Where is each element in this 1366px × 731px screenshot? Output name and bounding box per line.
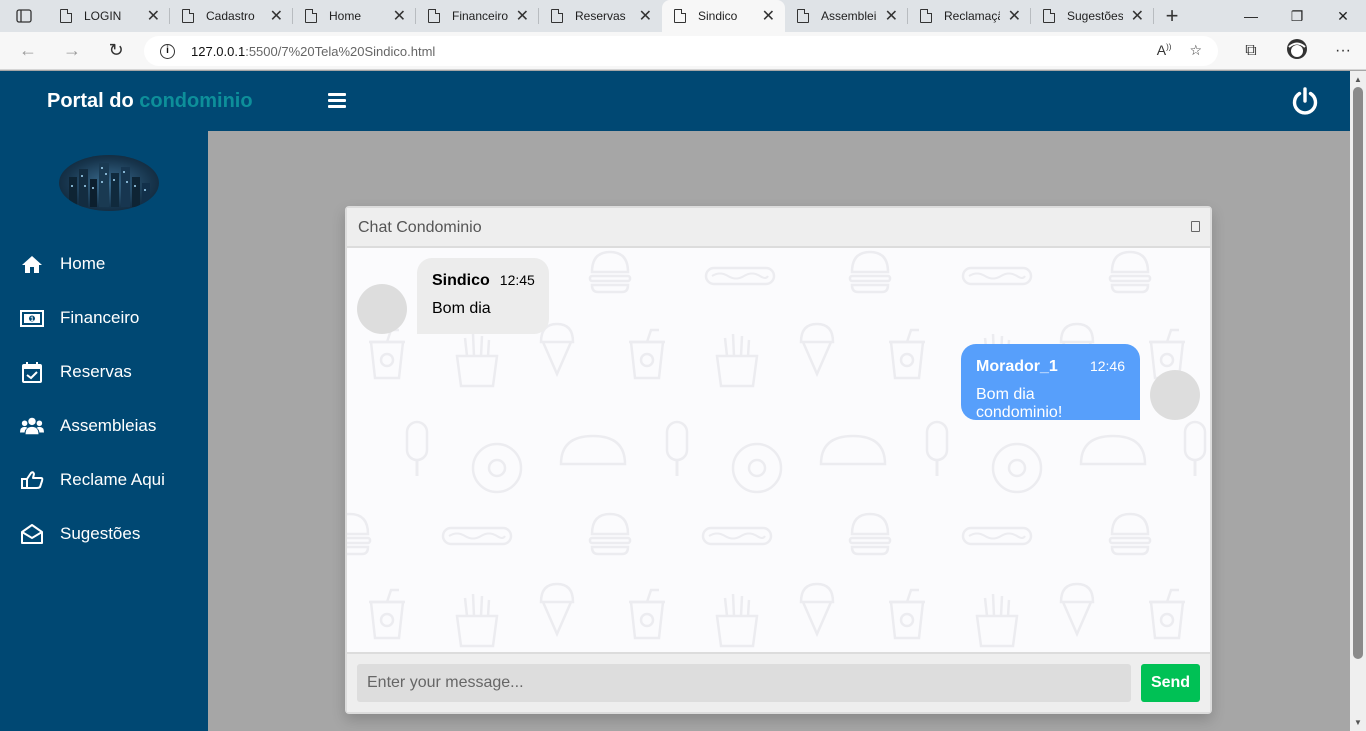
browser-address-bar: ← → ↻ i 127.0.0.1:5500/7%20Tela%20Sindic…	[0, 32, 1366, 70]
page-icon	[797, 9, 809, 23]
page-icon	[1043, 9, 1055, 23]
collections-icon[interactable]: ⧉	[1228, 42, 1274, 60]
brand-main: Portal do	[47, 90, 134, 112]
message-text: Bom dia condominio!	[976, 386, 1063, 421]
tab-actions-icon	[16, 9, 32, 23]
page-icon	[674, 9, 686, 23]
sidebar-item-label: Assembleias	[60, 416, 157, 435]
more-options-icon[interactable]: ···	[1320, 42, 1366, 60]
calendar-check-icon	[20, 361, 44, 383]
refresh-icon[interactable]: ↻	[94, 40, 138, 61]
power-logout-icon[interactable]	[1290, 86, 1320, 116]
sidebar-item-label: Financeiro	[60, 308, 140, 327]
message-bubble-incoming: Sindico 12:45 Bom dia	[417, 258, 549, 334]
users-icon	[20, 415, 44, 437]
sidebar-item-financeiro[interactable]: 1 Financeiro	[0, 298, 208, 338]
thumbs-hand-icon	[20, 469, 44, 491]
brand-title: Portal do condominio	[47, 90, 253, 113]
close-tab-icon[interactable]: ✕	[516, 6, 529, 26]
favorite-star-icon[interactable]: ☆	[1189, 42, 1202, 59]
close-tab-icon[interactable]: ✕	[1008, 6, 1021, 26]
menu-hamburger-icon[interactable]	[328, 93, 346, 109]
page-icon	[428, 9, 440, 23]
envelope-open-icon	[20, 523, 44, 545]
close-window-icon[interactable]: ✕	[1320, 0, 1366, 32]
sidebar-item-sugestoes[interactable]: Sugestões	[0, 514, 208, 554]
message-time: 12:46	[1089, 358, 1125, 374]
money-icon: 1	[20, 307, 44, 329]
scrollbar-thumb[interactable]	[1353, 87, 1363, 659]
sidebar-item-assembleias[interactable]: Assembleias	[0, 406, 208, 446]
scroll-down-icon[interactable]: ▼	[1354, 718, 1362, 727]
minimize-icon[interactable]: —	[1228, 0, 1274, 32]
info-icon[interactable]: i	[160, 43, 175, 59]
scroll-up-icon[interactable]: ▲	[1354, 75, 1362, 84]
close-tab-icon[interactable]: ✕	[147, 6, 160, 26]
message-sender-name: Sindico	[432, 272, 490, 289]
sender-avatar	[357, 284, 407, 334]
page-icon	[551, 9, 563, 23]
home-icon	[20, 253, 44, 275]
maximize-icon[interactable]	[1191, 221, 1200, 232]
sidebar-item-reclame-aqui[interactable]: Reclame Aqui	[0, 460, 208, 500]
close-tab-icon[interactable]: ✕	[639, 6, 652, 26]
browser-tab-bar: LOGIN ✕ Cadastro ✕ Home ✕ Financeiro ✕ Reser…	[0, 0, 1366, 32]
sidebar-item-label: Home	[60, 254, 106, 273]
browser-tab-active[interactable]: Sindico ✕	[662, 0, 785, 32]
message-input[interactable]	[357, 664, 1131, 702]
tab-actions-button[interactable]	[0, 0, 48, 32]
send-button[interactable]: Send	[1141, 664, 1200, 702]
sidebar-item-home[interactable]: Home	[0, 244, 208, 284]
chat-window: Chat Condominio Sindico 12:45 Bom dia Mo…	[345, 206, 1212, 714]
message-sender-name: Morador_1	[976, 358, 1058, 375]
browser-tab[interactable]: Reservas ✕	[539, 0, 662, 32]
url-path: :5500/7%20Tela%20Sindico.html	[245, 43, 436, 59]
sidebar-item-label: Reservas	[60, 362, 132, 381]
message-text: Bom dia	[432, 300, 491, 317]
chat-messages-area[interactable]: Sindico 12:45 Bom dia Morador_1 12:46 Bo…	[347, 248, 1210, 652]
browser-tab[interactable]: LOGIN ✕	[48, 0, 170, 32]
forward-arrow-icon[interactable]: →	[50, 40, 94, 61]
profile-icon[interactable]	[1274, 38, 1320, 65]
brand-accent: condominio	[139, 90, 253, 112]
url-field[interactable]: i 127.0.0.1:5500/7%20Tela%20Sindico.html…	[144, 36, 1218, 66]
message-time: 12:45	[499, 272, 535, 288]
close-tab-icon[interactable]: ✕	[393, 6, 406, 26]
browser-tab[interactable]: Home ✕	[293, 0, 416, 32]
sidebar-item-reservas[interactable]: Reservas	[0, 352, 208, 392]
close-tab-icon[interactable]: ✕	[762, 6, 775, 26]
chat-input-bar: Send	[347, 652, 1210, 712]
close-tab-icon[interactable]: ✕	[270, 6, 283, 26]
new-tab-button[interactable]: +	[1154, 3, 1190, 29]
page-icon	[920, 9, 932, 23]
chat-header: Chat Condominio	[347, 208, 1210, 248]
page-icon	[182, 9, 194, 23]
read-aloud-icon[interactable]: A))	[1157, 42, 1172, 59]
browser-tab[interactable]: Reclamaçã ✕	[908, 0, 1031, 32]
page-scrollbar[interactable]: ▲ ▼	[1350, 71, 1366, 731]
building-profile-image	[59, 155, 159, 211]
page-icon	[60, 9, 72, 23]
close-tab-icon[interactable]: ✕	[1131, 6, 1144, 26]
browser-tab[interactable]: Sugestões ✕	[1031, 0, 1154, 32]
sidebar-item-label: Sugestões	[60, 524, 141, 543]
url-host: 127.0.0.1	[191, 43, 246, 59]
browser-tab[interactable]: Assemblei ✕	[785, 0, 908, 32]
close-tab-icon[interactable]: ✕	[885, 6, 898, 26]
message-bubble-outgoing: Morador_1 12:46 Bom dia condominio!	[961, 344, 1140, 421]
browser-tab[interactable]: Financeiro ✕	[416, 0, 539, 32]
page-icon	[305, 9, 317, 23]
back-arrow-icon[interactable]: ←	[6, 40, 50, 61]
sender-avatar	[1150, 370, 1200, 420]
chat-title: Chat Condominio	[358, 219, 482, 236]
sidebar: Home 1 Financeiro Reservas Assembleias R…	[0, 131, 208, 731]
sidebar-item-label: Reclame Aqui	[60, 470, 165, 489]
browser-tab[interactable]: Cadastro ✕	[170, 0, 293, 32]
restore-icon[interactable]: ❐	[1274, 0, 1320, 32]
app-header: Portal do condominio	[0, 71, 1350, 131]
window-controls: — ❐ ✕	[1228, 0, 1366, 32]
